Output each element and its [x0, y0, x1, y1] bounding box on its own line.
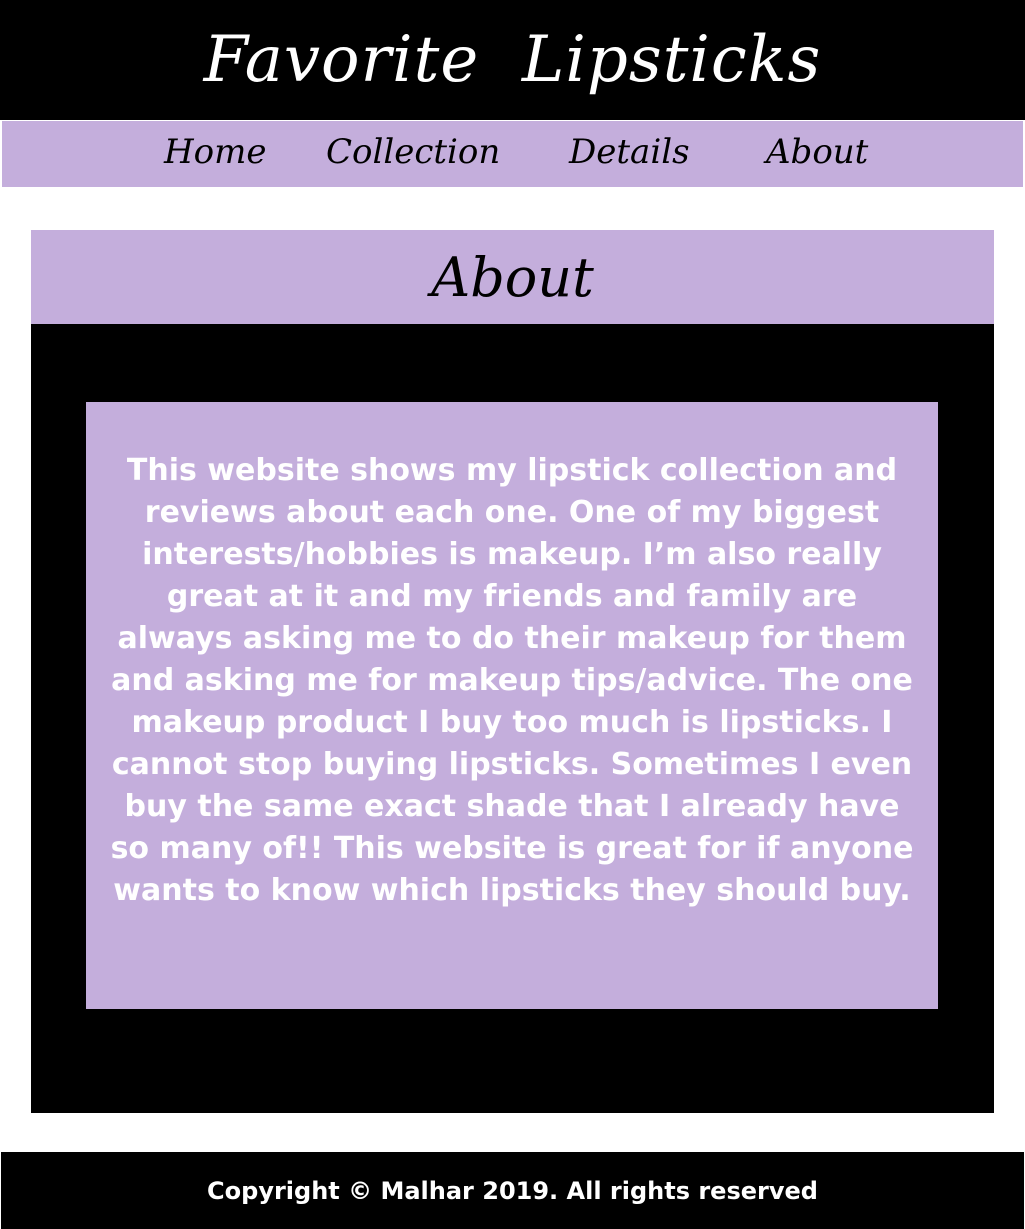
- about-text: This website shows my lipstick collectio…: [110, 453, 914, 908]
- about-card: This website shows my lipstick collectio…: [86, 402, 938, 1009]
- nav-bar: Home Collection Details About: [2, 121, 1023, 187]
- site-header: Favorite Lipsticks: [0, 0, 1025, 120]
- nav-link-home[interactable]: Home: [164, 121, 266, 187]
- footer-copyright: Copyright © Malhar 2019. All rights rese…: [207, 1176, 818, 1205]
- site-footer: Copyright © Malhar 2019. All rights rese…: [1, 1152, 1024, 1229]
- nav-link-about[interactable]: About: [766, 121, 868, 187]
- about-heading-bar: About: [31, 230, 994, 324]
- nav-link-collection[interactable]: Collection: [326, 121, 500, 187]
- nav-link-details[interactable]: Details: [569, 121, 690, 187]
- about-heading: About: [431, 245, 594, 309]
- site-title: Favorite Lipsticks: [203, 23, 822, 97]
- about-section: About This website shows my lipstick col…: [31, 230, 994, 1113]
